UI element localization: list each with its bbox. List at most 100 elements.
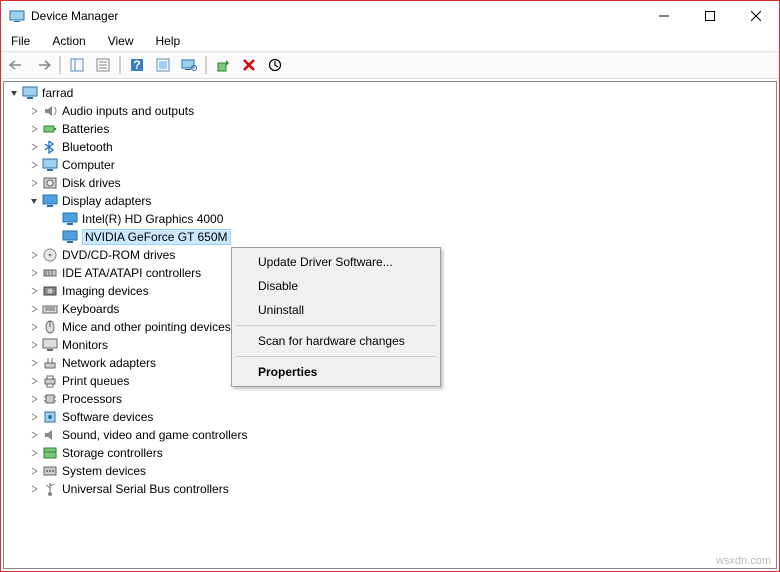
menu-help[interactable]: Help: [152, 32, 185, 50]
tree-item-label: farrad: [42, 86, 73, 100]
ctx-separator: [236, 325, 436, 326]
network-icon: [42, 355, 58, 371]
disk-icon: [42, 175, 58, 191]
tree-item-bluetooth[interactable]: Bluetooth: [4, 138, 776, 156]
tree-item-label: IDE ATA/ATAPI controllers: [62, 266, 201, 280]
tree-item-label: Storage controllers: [62, 446, 163, 460]
minimize-button[interactable]: [641, 1, 687, 31]
ctx-properties[interactable]: Properties: [234, 360, 438, 384]
expand-chevron-icon[interactable]: [8, 87, 20, 99]
expand-chevron-icon[interactable]: [28, 195, 40, 207]
device-manager-window: Device Manager File Action View Help ? f…: [0, 0, 780, 572]
printer-icon: [42, 373, 58, 389]
menu-action[interactable]: Action: [48, 32, 89, 50]
menu-view[interactable]: View: [104, 32, 138, 50]
tree-item-audio[interactable]: Audio inputs and outputs: [4, 102, 776, 120]
software-icon: [42, 409, 58, 425]
menubar: File Action View Help: [1, 31, 779, 51]
expand-chevron-icon[interactable]: [28, 303, 40, 315]
expand-chevron-icon[interactable]: [28, 357, 40, 369]
expand-chevron-icon[interactable]: [28, 483, 40, 495]
tree-item-label: Keyboards: [62, 302, 119, 316]
tree-item-sound[interactable]: Sound, video and game controllers: [4, 426, 776, 444]
disable-button[interactable]: [263, 53, 287, 77]
expand-chevron-icon[interactable]: [28, 447, 40, 459]
maximize-button[interactable]: [687, 1, 733, 31]
tree-item-computer[interactable]: Computer: [4, 156, 776, 174]
computer-icon: [22, 85, 38, 101]
tree-item-label: Mice and other pointing devices: [62, 320, 231, 334]
back-button[interactable]: [5, 53, 29, 77]
expand-chevron-icon[interactable]: [28, 465, 40, 477]
tree-item-system[interactable]: System devices: [4, 462, 776, 480]
toolbar-separator: [119, 56, 121, 74]
imaging-icon: [42, 283, 58, 299]
window-title: Device Manager: [31, 9, 641, 23]
toolbar-separator: [59, 56, 61, 74]
tree-item-label: Computer: [62, 158, 115, 172]
close-button[interactable]: [733, 1, 779, 31]
tree-item-label: Software devices: [62, 410, 153, 424]
tree-item-label: Intel(R) HD Graphics 4000: [82, 212, 223, 226]
expand-chevron-icon[interactable]: [28, 123, 40, 135]
ide-icon: [42, 265, 58, 281]
context-menu: Update Driver Software... Disable Uninst…: [231, 247, 441, 387]
system-icon: [42, 463, 58, 479]
tree-item-label: Monitors: [62, 338, 108, 352]
watermark: wsxdn.com: [716, 555, 771, 567]
tree-item-software[interactable]: Software devices: [4, 408, 776, 426]
uninstall-button[interactable]: [237, 53, 261, 77]
tree-root[interactable]: farrad: [4, 84, 776, 102]
expand-chevron-icon[interactable]: [28, 177, 40, 189]
expand-chevron-icon[interactable]: [28, 285, 40, 297]
expand-chevron-icon[interactable]: [28, 267, 40, 279]
titlebar: Device Manager: [1, 1, 779, 31]
tree-item-usb[interactable]: Universal Serial Bus controllers: [4, 480, 776, 498]
expand-chevron-icon[interactable]: [28, 339, 40, 351]
tree-item-label: NVIDIA GeForce GT 650M: [82, 229, 231, 245]
tree-item-label: Disk drives: [62, 176, 121, 190]
tree-item-label: System devices: [62, 464, 146, 478]
expand-chevron-icon[interactable]: [28, 321, 40, 333]
action-button[interactable]: [151, 53, 175, 77]
tree-item-nvidia-geforce-gt-650m[interactable]: NVIDIA GeForce GT 650M: [4, 228, 776, 246]
tree-item-battery[interactable]: Batteries: [4, 120, 776, 138]
display-icon: [42, 193, 58, 209]
expand-chevron-icon[interactable]: [28, 411, 40, 423]
help-button[interactable]: ?: [125, 53, 149, 77]
svg-text:?: ?: [133, 58, 140, 72]
tree-item-storage[interactable]: Storage controllers: [4, 444, 776, 462]
scan-button[interactable]: [177, 53, 201, 77]
expand-chevron-icon[interactable]: [48, 213, 60, 225]
tree-item-disk[interactable]: Disk drives: [4, 174, 776, 192]
toolbar-separator: [205, 56, 207, 74]
monitor-icon: [42, 337, 58, 353]
ctx-disable[interactable]: Disable: [234, 274, 438, 298]
show-hide-tree-button[interactable]: [65, 53, 89, 77]
tree-item-label: Bluetooth: [62, 140, 113, 154]
ctx-update-driver[interactable]: Update Driver Software...: [234, 250, 438, 274]
tree-item-cpu[interactable]: Processors: [4, 390, 776, 408]
tree-item-label: Display adapters: [62, 194, 151, 208]
ctx-uninstall[interactable]: Uninstall: [234, 298, 438, 322]
expand-chevron-icon[interactable]: [28, 375, 40, 387]
dvd-icon: [42, 247, 58, 263]
expand-chevron-icon[interactable]: [28, 249, 40, 261]
tree-item-label: Batteries: [62, 122, 109, 136]
properties-button[interactable]: [91, 53, 115, 77]
expand-chevron-icon[interactable]: [28, 429, 40, 441]
tree-item-intel-r-hd-graphics-4000[interactable]: Intel(R) HD Graphics 4000: [4, 210, 776, 228]
tree-item-display[interactable]: Display adapters: [4, 192, 776, 210]
expand-chevron-icon[interactable]: [28, 105, 40, 117]
forward-button[interactable]: [31, 53, 55, 77]
expand-chevron-icon[interactable]: [28, 159, 40, 171]
tree-item-label: Network adapters: [62, 356, 156, 370]
expand-chevron-icon[interactable]: [48, 231, 60, 243]
ctx-scan[interactable]: Scan for hardware changes: [234, 329, 438, 353]
expand-chevron-icon[interactable]: [28, 141, 40, 153]
display-icon: [62, 229, 78, 245]
expand-chevron-icon[interactable]: [28, 393, 40, 405]
menu-file[interactable]: File: [7, 32, 34, 50]
update-driver-button[interactable]: [211, 53, 235, 77]
battery-icon: [42, 121, 58, 137]
